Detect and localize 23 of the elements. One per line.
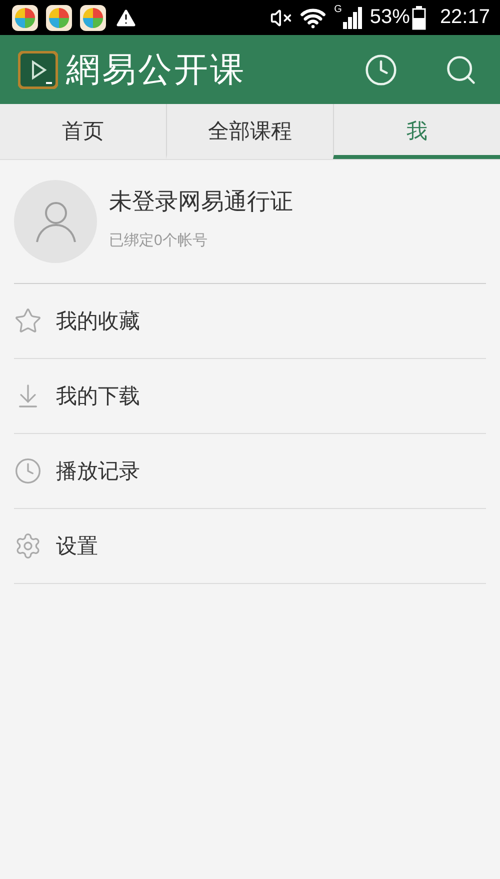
- menu-item[interactable]: 我的收藏: [14, 284, 486, 359]
- battery-icon: [412, 6, 426, 30]
- clock-icon: [14, 457, 42, 485]
- app-icon: [46, 4, 72, 30]
- tab[interactable]: 首页: [0, 104, 166, 159]
- network-type: G: [334, 4, 342, 15]
- tab[interactable]: 我: [333, 104, 500, 159]
- settings-icon: [14, 532, 42, 560]
- app-icon: [80, 4, 106, 30]
- app-title: 網易公开课: [66, 50, 246, 90]
- logo-icon: [18, 50, 58, 88]
- menu-item[interactable]: 我的下载: [14, 359, 486, 434]
- battery-percent: 53%: [370, 6, 410, 29]
- menu-item[interactable]: 设置: [14, 509, 486, 584]
- clock-time: 22:17: [440, 6, 490, 29]
- account-count: 已绑定0个帐号: [109, 230, 208, 250]
- login-prompt[interactable]: 未登录网易通行证: [109, 186, 293, 216]
- menu-item[interactable]: 播放记录: [14, 434, 486, 509]
- user-icon: [34, 200, 78, 244]
- star-icon: [14, 307, 42, 335]
- signal-icon: [342, 6, 362, 28]
- tab[interactable]: 全部课程: [166, 104, 333, 159]
- app-icon: [12, 4, 38, 30]
